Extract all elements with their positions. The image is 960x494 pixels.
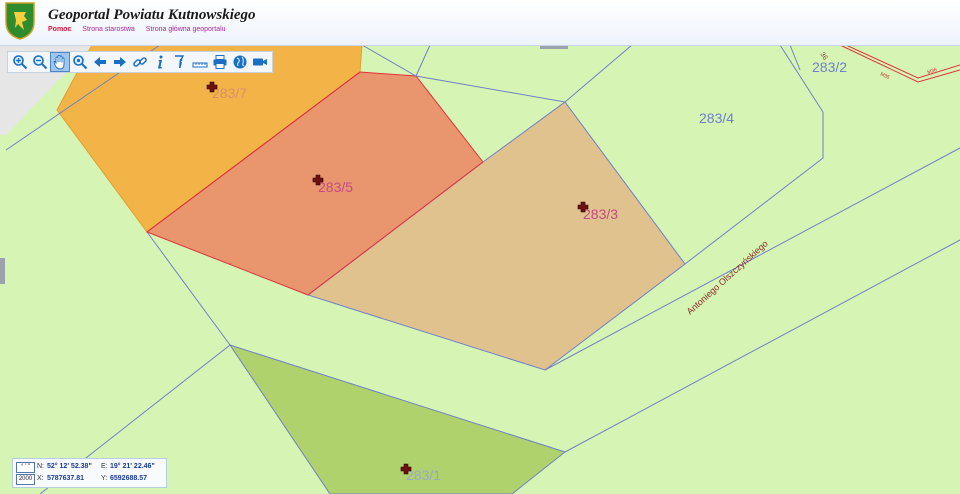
dms-format-button[interactable]: ° ' " xyxy=(16,462,35,473)
coat-of-arms-icon xyxy=(5,2,35,40)
latitude-label: N: xyxy=(37,463,44,470)
print-icon[interactable] xyxy=(210,52,230,72)
panel-toggle-left[interactable] xyxy=(0,258,5,284)
pan-hand-icon[interactable] xyxy=(50,52,70,72)
x-coord-value: 5787637.81 xyxy=(47,475,84,482)
zoom-in-icon[interactable] xyxy=(10,52,30,72)
help-link[interactable]: Pomoc xyxy=(48,26,71,33)
map-toolbar xyxy=(7,51,273,73)
x-coord-label: X: xyxy=(37,475,44,482)
geoportal-home-link[interactable]: Strona główna geoportalu xyxy=(146,26,226,33)
forward-arrow-icon[interactable] xyxy=(110,52,130,72)
zoom-out-icon[interactable] xyxy=(30,52,50,72)
camera-icon[interactable] xyxy=(250,52,270,72)
measure-ruler-icon[interactable] xyxy=(190,52,210,72)
y-coord-value: 6592688.57 xyxy=(110,475,147,482)
link-icon[interactable] xyxy=(130,52,150,72)
info-query-icon[interactable] xyxy=(170,52,190,72)
globe-icon[interactable] xyxy=(230,52,250,72)
parcel-label: 283/2 xyxy=(812,59,847,75)
back-arrow-icon[interactable] xyxy=(90,52,110,72)
header-links: Pomoc Strona starostwa Strona główna geo… xyxy=(48,26,235,33)
zoom-area-icon[interactable] xyxy=(70,52,90,72)
parcel-label: 283/4 xyxy=(699,110,734,126)
header: Geoportal Powiatu Kutnowskiego Pomoc Str… xyxy=(0,0,960,46)
crs-2000-button[interactable]: 2000 xyxy=(16,474,35,485)
site-title: Geoportal Powiatu Kutnowskiego xyxy=(48,7,256,23)
coordinates-panel: ° ' " 2000 N: 52° 12' 52.38" E: 19° 21' … xyxy=(12,458,167,488)
longitude-label: E: xyxy=(101,463,108,470)
y-coord-label: Y: xyxy=(101,475,108,482)
county-office-link[interactable]: Strona starostwa xyxy=(82,26,135,33)
latitude-value: 52° 12' 52.38" xyxy=(47,463,92,470)
map-canvas[interactable]: 36 M35 M36 283/7 283/5 283/3 283/4 283/2… xyxy=(0,45,960,494)
info-icon[interactable] xyxy=(150,52,170,72)
longitude-value: 19° 21' 22.46" xyxy=(110,463,155,470)
